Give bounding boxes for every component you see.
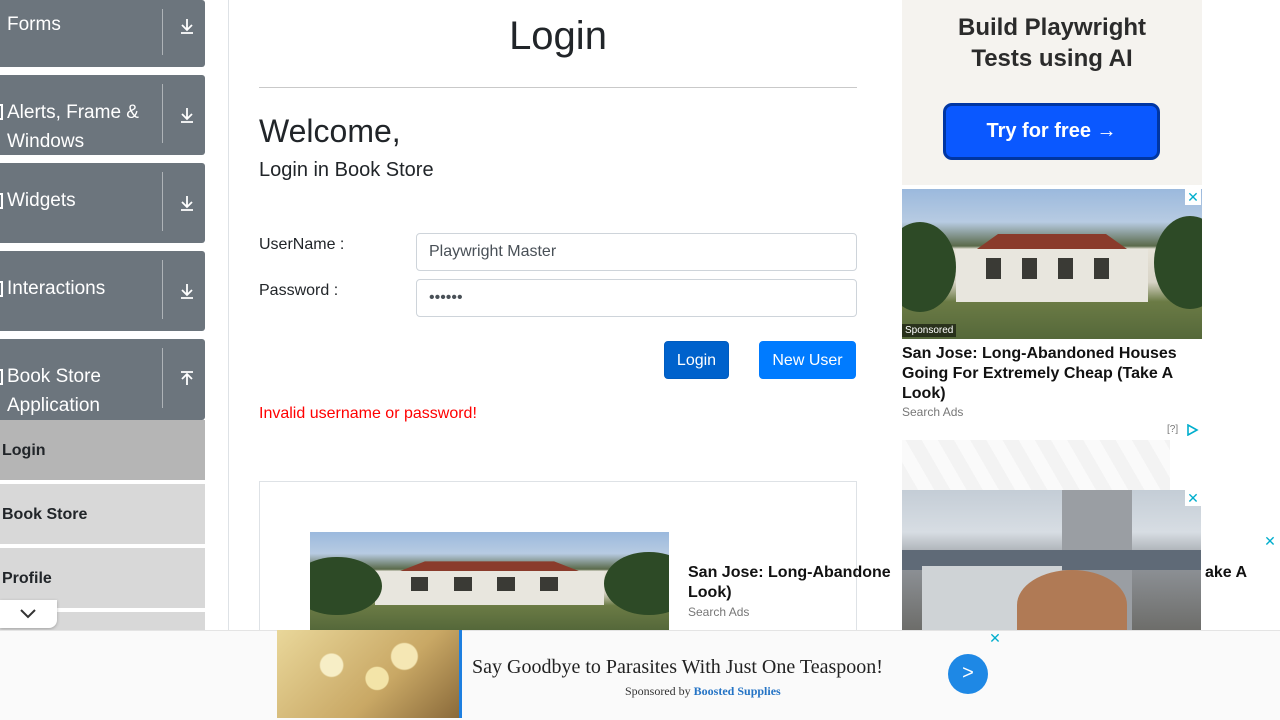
divider [162,348,163,408]
inline-ad-title-line2[interactable]: Look) [688,584,732,602]
username-input[interactable] [416,233,857,271]
house-ad-source: Search Ads [902,405,964,419]
inline-ad-title[interactable]: San Jose: Long-Abandone [688,564,891,582]
group-label-line2: Application [7,395,100,416]
download-icon [181,284,193,299]
menu-item-label: Login [2,442,46,459]
group-label: Alerts, Frame & [7,102,139,123]
bottom-ad-title[interactable]: Say Goodbye to Parasites With Just One T… [472,656,883,679]
close-icon[interactable]: ✕ [1185,490,1201,506]
sidebar-group-forms[interactable]: Forms [0,0,205,67]
try-for-free-button[interactable]: Try for free → [943,103,1160,160]
adchoices-icon[interactable] [1186,424,1200,436]
password-label: Password : [259,282,339,299]
sponsored-tag: Sponsored [902,324,957,337]
sidebar-item-login[interactable]: Login [0,420,205,481]
group-label: Forms [7,14,61,35]
house-ad-title[interactable]: San Jose: Long-Abandoned Houses Going Fo… [902,344,1202,404]
download-icon [181,108,193,123]
password-input[interactable] [416,279,857,317]
ad-placeholder [902,440,1170,490]
sidebar-group-alerts[interactable]: Alerts, Frame & Windows [0,75,205,155]
divider [162,172,163,231]
menu-item-label: Book Store [2,506,88,523]
sidebar-group-widgets[interactable]: Widgets [0,163,205,243]
group-icon [0,369,3,385]
divider [162,260,163,319]
menu-item-label: Profile [2,570,52,587]
welcome-heading: Welcome, [259,113,401,149]
adchoices-label[interactable]: [?] [1167,424,1178,435]
bottom-ad-sponsor: Sponsored by Boosted Supplies [625,684,781,698]
sidebar: Forms Alerts, Frame & Windows Widgets In… [0,0,229,720]
collapse-toggle[interactable] [0,600,57,628]
inline-ad-title-overflow[interactable]: ake A [1205,564,1247,582]
sidebar-group-book-store[interactable]: Book Store Application [0,339,205,420]
close-icon[interactable]: ✕ [1262,533,1278,549]
error-message: Invalid username or password! [259,405,477,422]
group-icon [0,281,3,297]
divider [162,84,163,143]
ad-title: Build Playwright Tests using AI [957,14,1146,72]
divider [459,630,462,718]
ad-house-image-2[interactable] [902,189,1202,339]
divider [259,87,857,88]
bottom-ad[interactable]: Say Goodbye to Parasites With Just One T… [277,630,1005,720]
inline-ad-source: Search Ads [688,605,750,619]
chevron-down-icon [20,609,36,619]
download-icon [181,19,193,34]
username-label: UserName : [259,236,345,253]
group-label: Widgets [7,190,76,211]
new-user-button[interactable]: New User [759,341,856,379]
ad-product-image [277,630,459,718]
close-icon[interactable]: ✕ [1185,189,1201,205]
close-icon[interactable]: ✕ [987,630,1003,646]
group-icon [0,104,3,120]
group-label: Interactions [7,278,106,299]
login-subtitle: Login in Book Store [259,159,434,181]
login-button[interactable]: Login [664,341,729,379]
bottom-ad-go-button[interactable]: > [948,654,988,694]
sidebar-item-book-store[interactable]: Book Store [0,484,205,545]
group-label: Book Store [7,366,101,387]
ad-house-image[interactable] [310,532,669,630]
sidebar-group-interactions[interactable]: Interactions [0,251,205,331]
ad-build-playwright[interactable]: Build Playwright Tests using AI Try for f… [902,0,1202,185]
ad-building-image[interactable] [902,490,1201,630]
group-icon [0,193,3,209]
group-label-line2: Windows [7,131,85,152]
download-icon [181,196,193,211]
divider [162,9,163,55]
page-title: Login [509,14,607,58]
upload-icon [181,371,193,385]
